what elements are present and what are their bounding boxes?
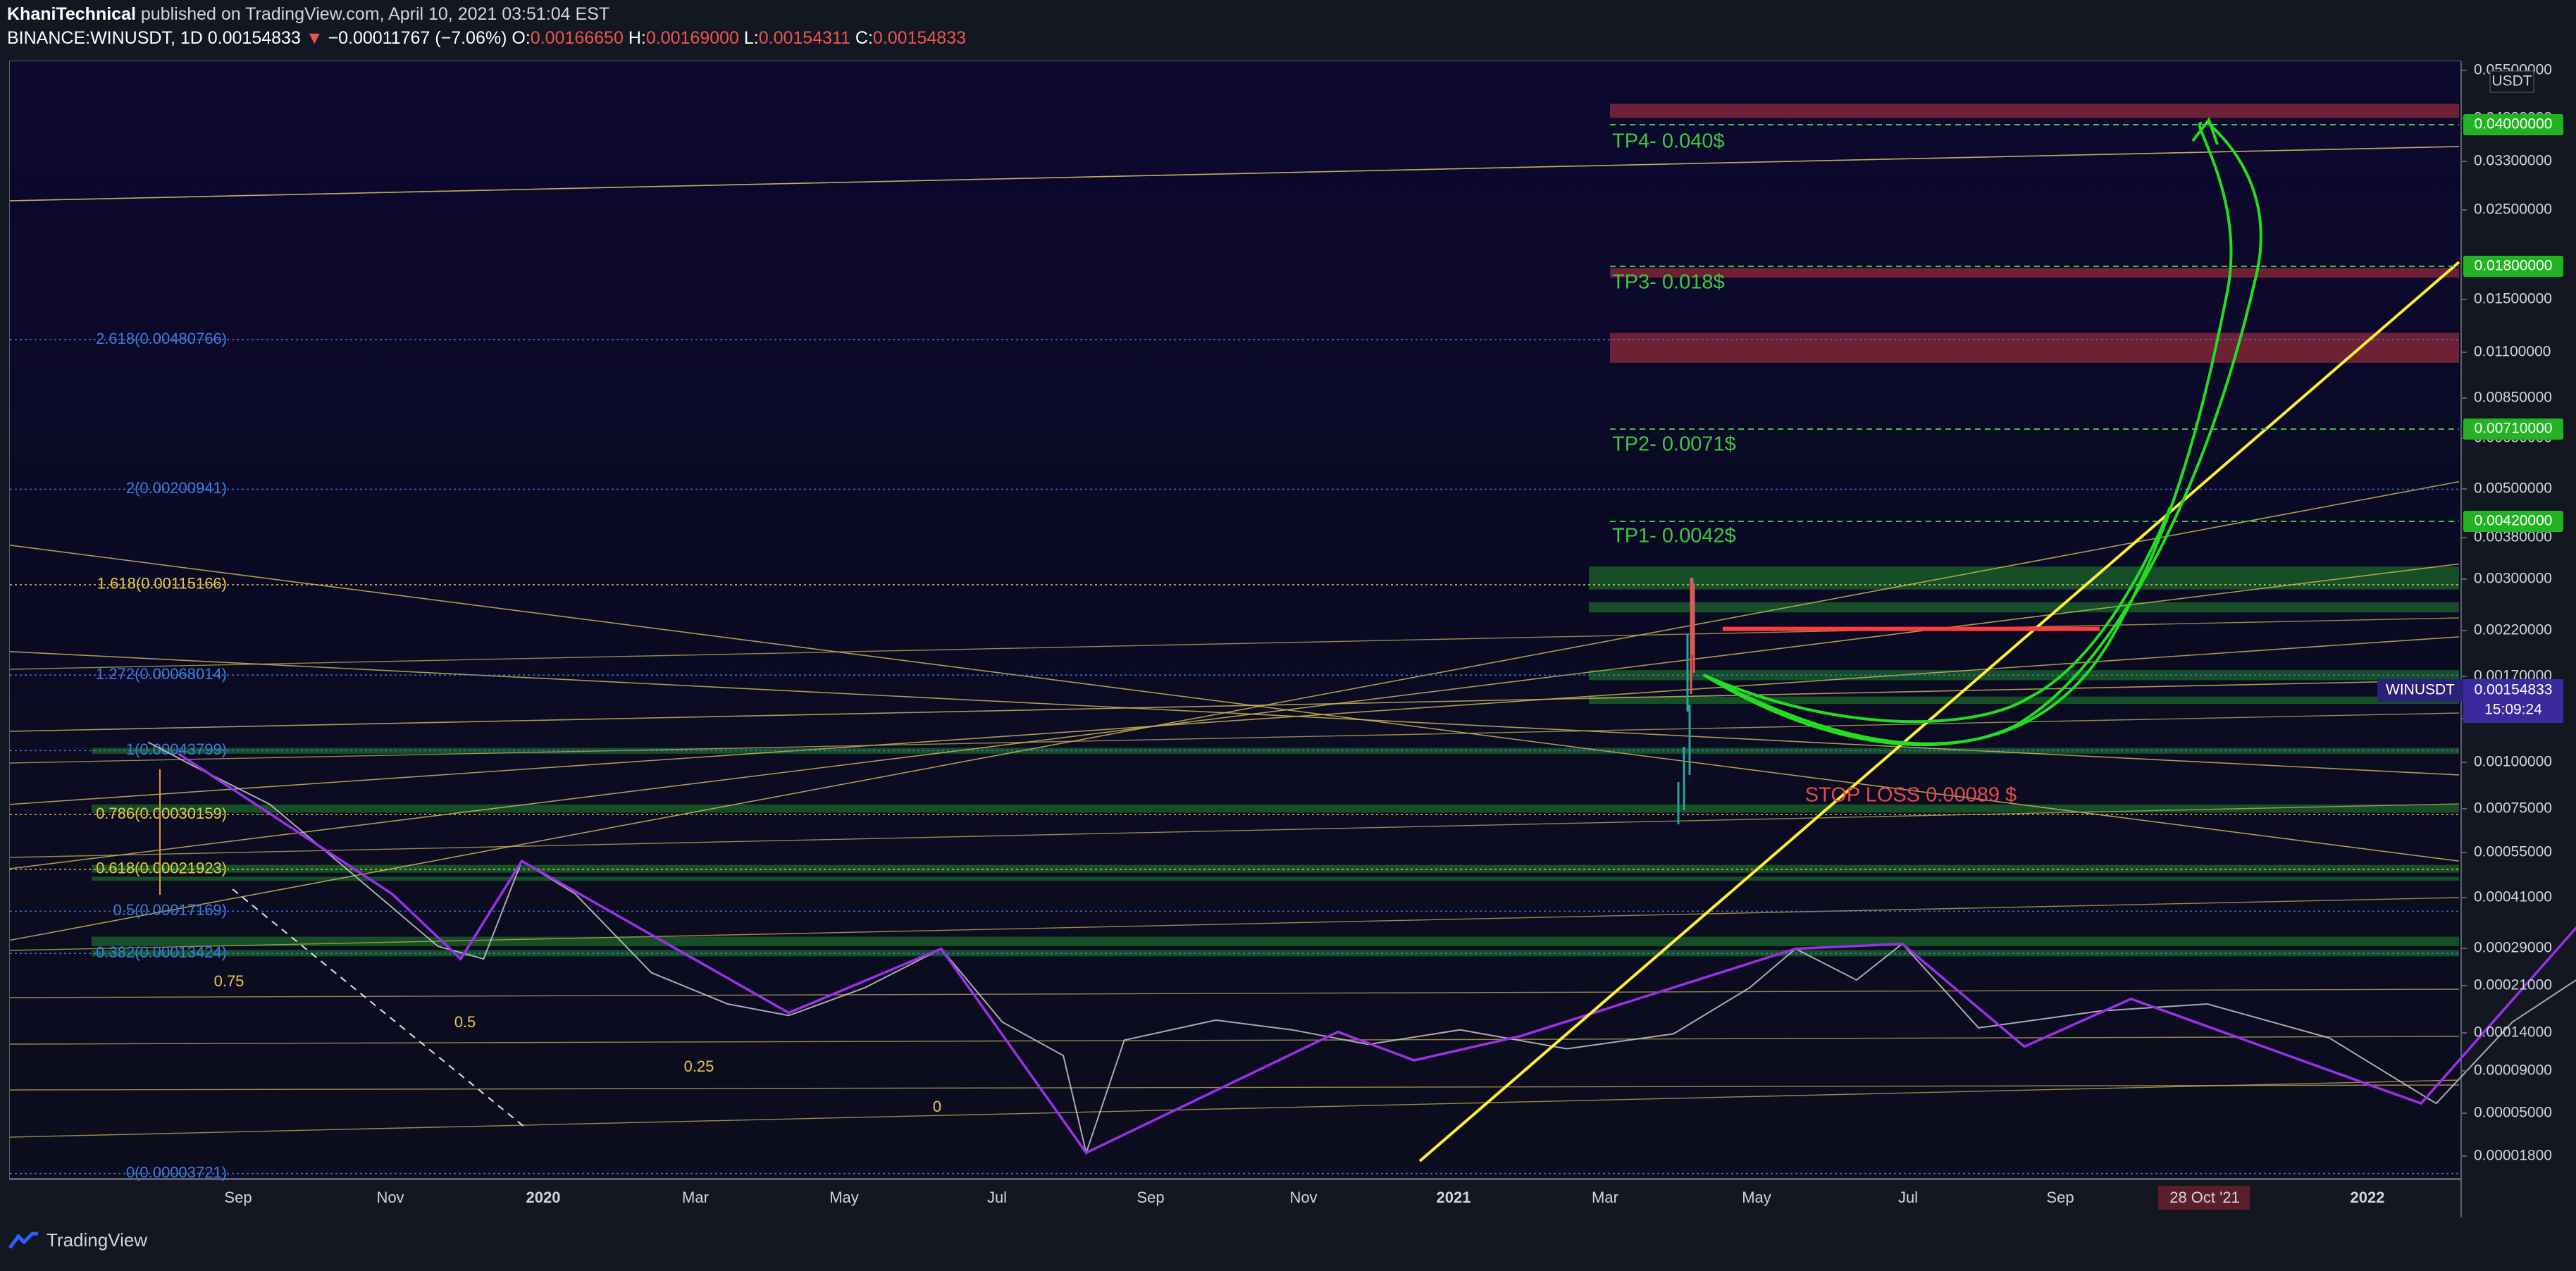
- price-axis-label: 0.00001800: [2474, 1148, 2552, 1164]
- channel-line: [9, 679, 2460, 732]
- channel-line: [9, 146, 2460, 202]
- channel-line: [9, 651, 2460, 776]
- time-axis-label: Sep: [1137, 1189, 1164, 1206]
- projection-curve: [1703, 507, 2172, 724]
- support-zone: [92, 748, 2459, 754]
- price-axis-label: 0.00029000: [2474, 940, 2552, 956]
- footer-branding: TradingView: [8, 1229, 147, 1251]
- time-axis-label: May: [1742, 1189, 1771, 1206]
- bar-countdown: 15:09:24: [2484, 702, 2542, 718]
- price-badge-value: 0.00420000: [2475, 513, 2553, 529]
- price-axis-label: 0.01500000: [2474, 291, 2552, 307]
- price-axis-label: 0.00075000: [2474, 800, 2552, 817]
- time-axis-label: Jul: [987, 1189, 1007, 1206]
- price-axis-label: 0.00014000: [2474, 1024, 2552, 1041]
- support-zone: [92, 876, 2459, 881]
- fib-level-label: 2.618(0.00480766): [96, 330, 227, 347]
- price-axis-label: 0.00021000: [2474, 977, 2552, 993]
- pattern-annotation: 0: [933, 1098, 941, 1115]
- price-series-line: [147, 741, 2576, 1155]
- fib-level-label: 0.5(0.00017169): [113, 901, 227, 919]
- take-profit-label: TP2- 0.0071$: [1612, 433, 1736, 456]
- price-axis-label: 0.00041000: [2474, 889, 2552, 905]
- price-chart[interactable]: 4.236(0.04466890)2.618(0.00480766)2(0.00…: [0, 0, 2576, 1271]
- fib-level-label: 1.618(0.00115166): [97, 575, 227, 593]
- pattern-annotation: 0.75: [214, 972, 244, 990]
- price-axis-label: 0.00300000: [2474, 571, 2552, 587]
- time-axis-label: Sep: [224, 1189, 252, 1206]
- time-axis-label: Nov: [1289, 1189, 1317, 1206]
- support-zone: [1589, 566, 2459, 590]
- time-axis-label: 2021: [1437, 1189, 1471, 1206]
- time-axis-label: Nov: [376, 1189, 404, 1206]
- take-profit-zone: [1610, 104, 2459, 118]
- fib-level-label: 1(0.00043799): [126, 740, 227, 758]
- price-badge-value: 0.00710000: [2475, 421, 2553, 437]
- pattern-annotation: 0.25: [684, 1058, 714, 1075]
- tradingview-logo-icon[interactable]: [8, 1231, 39, 1251]
- time-axis-label: Mar: [682, 1189, 709, 1206]
- fib-level-label: 1.272(0.00068014): [96, 665, 227, 683]
- support-zone: [92, 864, 2459, 873]
- support-zone: [1589, 602, 2459, 613]
- channel-line: [9, 563, 2460, 869]
- support-zone: [92, 950, 2459, 957]
- time-axis-label: 2020: [526, 1189, 561, 1206]
- price-axis-label: 0.00005000: [2474, 1105, 2552, 1121]
- symbol-badge-label: WINUSDT: [2386, 682, 2455, 698]
- price-axis-label: 0.01100000: [2474, 344, 2551, 360]
- time-axis-label: 28 Oct '21: [2169, 1189, 2240, 1206]
- price-badge-value: 0.01800000: [2475, 258, 2553, 274]
- fib-level-label: 0(0.00003721): [126, 1164, 227, 1182]
- channel-line: [9, 1036, 2460, 1045]
- pattern-annotation: 0.5: [454, 1013, 476, 1031]
- current-price-value: 0.00154833: [2475, 682, 2553, 698]
- take-profit-label: TP1- 0.0042$: [1612, 525, 1736, 547]
- channel-line: [9, 988, 2460, 998]
- fib-level-label: 0.382(0.00013424): [96, 943, 227, 961]
- currency-label: USDT: [2491, 73, 2532, 89]
- time-axis-label: 2022: [2351, 1189, 2385, 1206]
- price-axis-label: 0.00220000: [2474, 622, 2552, 638]
- take-profit-label: TP4- 0.040$: [1612, 130, 1725, 153]
- fib-level-label: 0.786(0.00030159): [96, 805, 227, 822]
- take-profit-label: TP3- 0.018$: [1612, 271, 1725, 294]
- time-axis-label: May: [829, 1189, 859, 1206]
- time-axis-label: Jul: [1898, 1189, 1918, 1206]
- price-axis-label: 0.03300000: [2474, 153, 2552, 169]
- brand-name[interactable]: TradingView: [47, 1229, 147, 1251]
- price-axis-label: 0.00100000: [2474, 754, 2552, 770]
- fib-level-label: 2(0.00200941): [126, 479, 227, 497]
- projection-curve: [1703, 121, 2233, 745]
- time-axis-label: Mar: [1592, 1189, 1618, 1206]
- channel-line: [9, 1084, 2460, 1091]
- channel-line: [9, 1079, 2460, 1138]
- price-axis-label: 0.00500000: [2474, 480, 2552, 497]
- price-badge-value: 0.04000000: [2475, 116, 2553, 132]
- price-axis-label: 0.02500000: [2474, 202, 2552, 218]
- price-axis-label: 0.00009000: [2474, 1062, 2552, 1079]
- stop-loss-label: STOP LOSS 0.00089 $: [1805, 784, 2017, 807]
- take-profit-zone: [1610, 333, 2459, 363]
- time-axis-label: Sep: [2046, 1189, 2074, 1206]
- projection-curve: [1702, 122, 2262, 747]
- price-axis-label: 0.00850000: [2474, 390, 2552, 406]
- fib-level-label: 0.618(0.00021923): [96, 860, 227, 877]
- take-profit-zone: [1610, 268, 2459, 278]
- rising-trendline: [1418, 261, 2460, 1162]
- price-axis-label: 0.00055000: [2474, 844, 2552, 860]
